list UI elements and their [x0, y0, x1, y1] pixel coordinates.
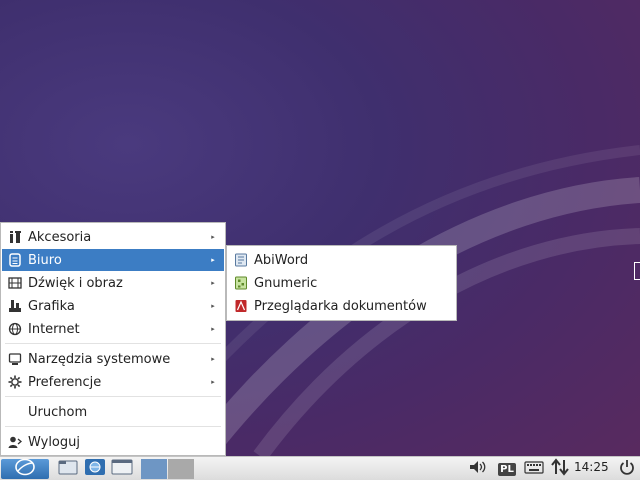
menu-item-dzwiek-i-obraz[interactable]: Dźwięk i obraz ▸ — [2, 272, 224, 294]
menu-item-akcesoria[interactable]: Akcesoria ▸ — [2, 226, 224, 248]
submenu-arrow-icon: ▸ — [211, 378, 215, 386]
speaker-icon — [468, 459, 488, 479]
menu-item-label: Preferencje — [28, 374, 102, 390]
application-menu: Akcesoria ▸ Biuro ▸ Dźwięk i obraz ▸ Gra… — [0, 222, 226, 456]
workspace-1[interactable] — [141, 459, 167, 479]
menu-separator — [5, 343, 221, 344]
preferences-icon — [8, 375, 22, 389]
submenu-item-label: AbiWord — [254, 252, 309, 268]
browser-launcher[interactable] — [83, 459, 107, 479]
menu-item-label: Narzędzia systemowe — [28, 351, 171, 367]
abiword-icon — [234, 253, 248, 267]
power-icon — [618, 458, 636, 480]
gnumeric-icon — [234, 276, 248, 290]
graphics-icon — [8, 299, 22, 313]
submenu-item-label: Przeglądarka dokumentów — [254, 298, 427, 314]
lubuntu-logo-icon — [14, 458, 36, 480]
network-indicator[interactable] — [549, 458, 571, 480]
keyboard-icon — [524, 460, 544, 478]
submenu-arrow-icon: ▸ — [211, 233, 215, 241]
run-icon-placeholder — [8, 405, 22, 419]
web-browser-icon — [84, 458, 106, 480]
menu-item-label: Wyloguj — [28, 434, 80, 450]
submenu-arrow-icon: ▸ — [211, 325, 215, 333]
menu-item-label: Uruchom — [28, 404, 88, 420]
submenu-arrow-icon: ▸ — [211, 279, 215, 287]
workspace-2[interactable] — [168, 459, 194, 479]
menu-item-preferencje[interactable]: Preferencje ▸ — [2, 371, 224, 393]
logout-icon — [8, 435, 22, 449]
menu-item-wyloguj[interactable]: Wyloguj — [2, 431, 224, 453]
menu-item-label: Akcesoria — [28, 229, 92, 245]
submenu-item-abiword[interactable]: AbiWord — [228, 249, 455, 271]
menu-item-grafika[interactable]: Grafika ▸ — [2, 295, 224, 317]
system-tools-icon — [8, 352, 22, 366]
clock[interactable]: 14:25 — [574, 460, 609, 474]
menu-item-label: Internet — [28, 321, 80, 337]
internet-icon — [8, 322, 22, 336]
keyboard-layout-label: PL — [498, 462, 516, 476]
menu-item-label: Grafika — [28, 298, 75, 314]
volume-control[interactable] — [467, 459, 489, 479]
document-viewer-icon — [234, 299, 248, 313]
menu-separator — [5, 396, 221, 397]
office-submenu: AbiWord Gnumeric Przeglądarka dokumentów — [226, 245, 457, 321]
submenu-arrow-icon: ▸ — [211, 256, 215, 264]
submenu-arrow-icon: ▸ — [211, 355, 215, 363]
accessories-icon — [8, 230, 22, 244]
submenu-item-label: Gnumeric — [254, 275, 318, 291]
menu-item-narzedzia-systemowe[interactable]: Narzędzia systemowe ▸ — [2, 348, 224, 370]
folder-icon — [58, 458, 78, 480]
start-menu-button[interactable] — [1, 458, 49, 480]
network-transfer-icon — [550, 458, 570, 480]
taskbar: PL 14:25 — [0, 456, 640, 480]
multimedia-icon — [8, 276, 22, 290]
onscreen-keyboard-button[interactable] — [523, 459, 545, 479]
menu-item-label: Dźwięk i obraz — [28, 275, 123, 291]
menu-item-uruchom[interactable]: Uruchom — [2, 401, 224, 423]
submenu-item-przegladarka-dokumentow[interactable]: Przeglądarka dokumentów — [228, 295, 455, 317]
window-icon — [111, 458, 133, 480]
menu-item-biuro[interactable]: Biuro ▸ — [2, 249, 224, 271]
menu-separator — [5, 426, 221, 427]
menu-item-label: Biuro — [28, 252, 62, 268]
file-manager-launcher[interactable] — [57, 459, 79, 479]
mouse-cursor — [634, 262, 640, 280]
menu-item-internet[interactable]: Internet ▸ — [2, 318, 224, 340]
office-icon — [8, 253, 22, 267]
submenu-arrow-icon: ▸ — [211, 302, 215, 310]
keyboard-layout-indicator[interactable]: PL — [496, 459, 518, 479]
submenu-item-gnumeric[interactable]: Gnumeric — [228, 272, 455, 294]
terminal-launcher[interactable] — [110, 459, 134, 479]
power-button[interactable] — [617, 459, 637, 479]
